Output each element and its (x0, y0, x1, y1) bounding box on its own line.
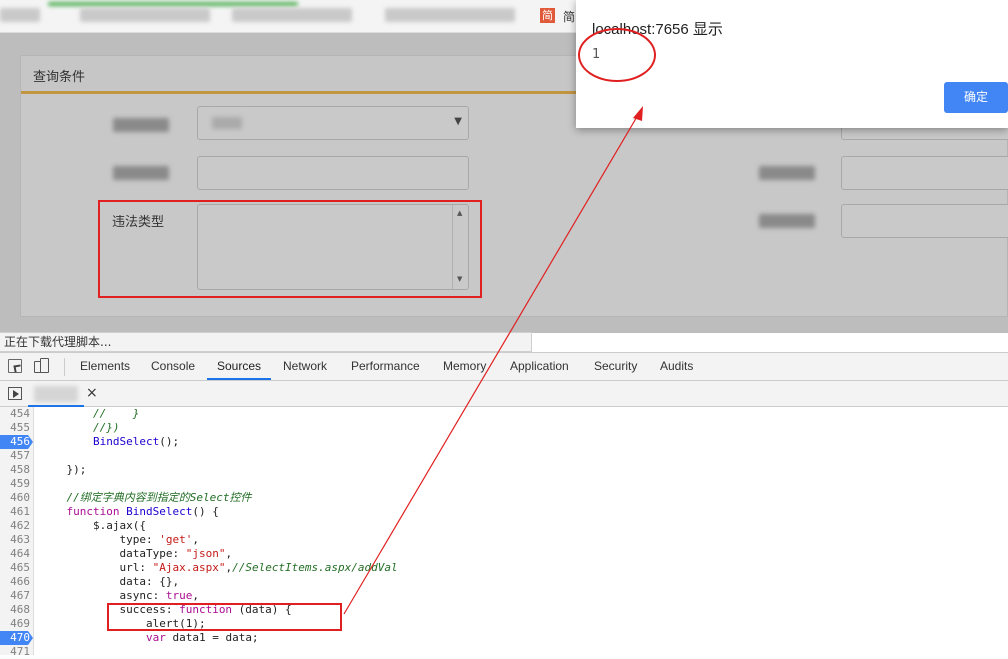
blurred-bookmark[interactable] (80, 8, 210, 22)
close-icon[interactable]: × (86, 385, 98, 401)
bookmark-label[interactable]: 简 (563, 8, 575, 25)
blurred-label (113, 166, 169, 180)
line-number[interactable]: 471 (0, 645, 30, 659)
code-line: data: {}, (40, 575, 180, 588)
code-line: dataType: "json", (40, 547, 233, 560)
tab-performance[interactable]: Performance (351, 353, 420, 380)
line-number[interactable]: 455 (0, 421, 30, 435)
inspect-element-icon[interactable] (8, 359, 22, 373)
ok-button[interactable]: 确定 (944, 82, 1008, 113)
line-number[interactable]: 462 (0, 519, 30, 533)
code-line: BindSelect(); (92, 435, 180, 448)
line-number[interactable]: 468 (0, 603, 30, 617)
panel-title: 查询条件 (33, 70, 86, 85)
code-line: async: true, (40, 589, 199, 602)
loading-progress-bar (48, 2, 298, 6)
line-number[interactable]: 464 (0, 547, 30, 561)
breakpoint-line-number[interactable]: 456 (0, 435, 33, 449)
divider (64, 358, 65, 376)
tab-audits[interactable]: Audits (660, 353, 693, 380)
code-line: var data1 = data; (145, 631, 259, 644)
line-number[interactable]: 469 (0, 617, 30, 631)
code-line: //}) (92, 421, 120, 434)
blurred-value (212, 117, 242, 129)
line-number[interactable]: 463 (0, 533, 30, 547)
blurred-bookmark[interactable] (232, 8, 352, 22)
chevron-down-icon: ▼ (454, 116, 462, 127)
blurred-filename (34, 386, 78, 402)
input-field[interactable] (841, 204, 1008, 238)
annotation-box (107, 603, 342, 631)
line-number[interactable]: 467 (0, 589, 30, 603)
bookmark-icon: 简 (540, 8, 555, 23)
annotation-ellipse (578, 28, 656, 82)
code-line: // } (92, 407, 140, 420)
tab-application[interactable]: Application (510, 353, 569, 380)
blurred-label (113, 118, 169, 132)
blurred-bookmark[interactable] (385, 8, 515, 22)
breakpoint-line-number[interactable]: 470 (0, 631, 33, 645)
devtools-tab-bar: Elements Console Sources Network Perform… (0, 353, 1008, 381)
blurred-bookmark[interactable] (0, 8, 40, 22)
code-line: type: 'get', (40, 533, 199, 546)
code-line: $.ajax({ (40, 519, 146, 532)
line-number[interactable]: 465 (0, 561, 30, 575)
code-line: function BindSelect() { (66, 505, 219, 518)
tab-elements[interactable]: Elements (80, 353, 130, 380)
annotation-box (98, 200, 482, 298)
blurred-label (759, 214, 815, 228)
tab-console[interactable]: Console (151, 353, 195, 380)
tab-network[interactable]: Network (283, 353, 327, 380)
tab-sources[interactable]: Sources (207, 353, 272, 380)
input-field[interactable] (841, 156, 1008, 190)
input-field[interactable] (197, 156, 469, 190)
tab-security[interactable]: Security (594, 353, 637, 380)
blurred-label (759, 166, 815, 180)
code-line: }); (40, 463, 87, 476)
line-number[interactable]: 460 (0, 491, 30, 505)
line-number[interactable]: 457 (0, 449, 30, 463)
code-line: //绑定字典内容到指定的Select控件 (66, 491, 252, 504)
toggle-navigator-icon[interactable] (8, 387, 22, 400)
line-number[interactable]: 461 (0, 505, 30, 519)
line-number-gutter[interactable]: 454 455 456 457 458 459 460 461 462 463 464 465 466 4… (0, 407, 34, 658)
line-number[interactable]: 459 (0, 477, 30, 491)
tab-memory[interactable]: Memory (443, 353, 486, 380)
status-bar: 正在下载代理脚本... (0, 332, 532, 352)
code-line: url: "Ajax.aspx",//SelectItems.aspx/addV… (40, 561, 398, 574)
file-tab[interactable] (28, 381, 84, 407)
select-field[interactable]: ▼ (197, 106, 469, 140)
line-number[interactable]: 454 (0, 407, 30, 421)
line-number[interactable]: 458 (0, 463, 30, 477)
file-tab-bar: × (0, 381, 1008, 407)
line-number[interactable]: 466 (0, 575, 30, 589)
device-toolbar-icon[interactable] (34, 358, 50, 374)
